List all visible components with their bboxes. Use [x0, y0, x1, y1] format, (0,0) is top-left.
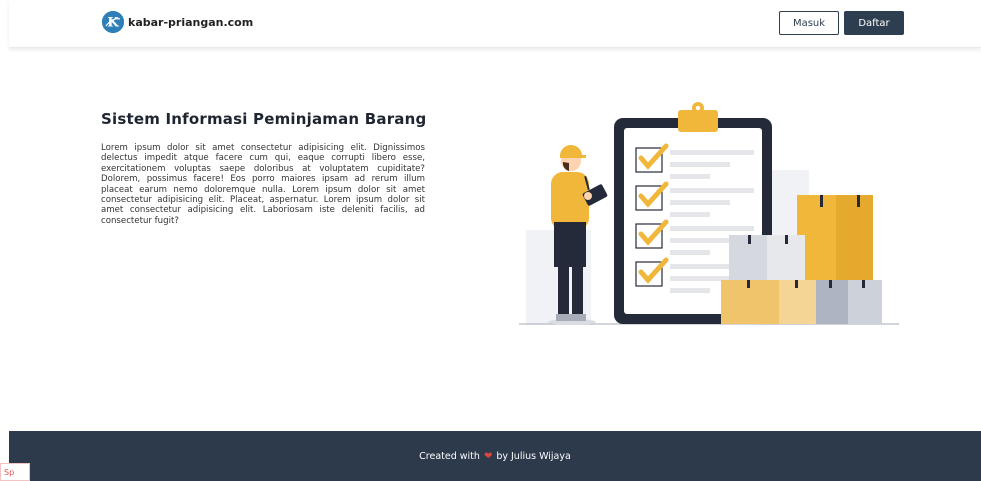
footer: Created with ❤ by Julius Wijaya [9, 431, 981, 481]
navbar: K kabar-priangan.com Masuk Daftar [9, 0, 981, 48]
page: K kabar-priangan.com Masuk Daftar Sistem… [9, 0, 981, 481]
checklist-illustration [519, 102, 899, 325]
brand-name: kabar-priangan.com [128, 15, 254, 29]
register-button[interactable]: Daftar [844, 11, 904, 35]
corner-badge[interactable]: Sp [0, 463, 30, 481]
heart-icon: ❤ [483, 450, 493, 462]
hero-description: Lorem ipsum dolor sit amet consectetur a… [101, 143, 425, 226]
brand[interactable]: K kabar-priangan.com [102, 11, 253, 33]
brand-logo-icon: K [102, 11, 124, 33]
hero-title: Sistem Informasi Peminjaman Barang [101, 110, 427, 128]
footer-credit: Created with ❤ by Julius Wijaya [419, 451, 571, 462]
footer-author: by Julius Wijaya [496, 450, 571, 462]
footer-prefix: Created with [419, 450, 480, 462]
login-button[interactable]: Masuk [779, 11, 839, 35]
